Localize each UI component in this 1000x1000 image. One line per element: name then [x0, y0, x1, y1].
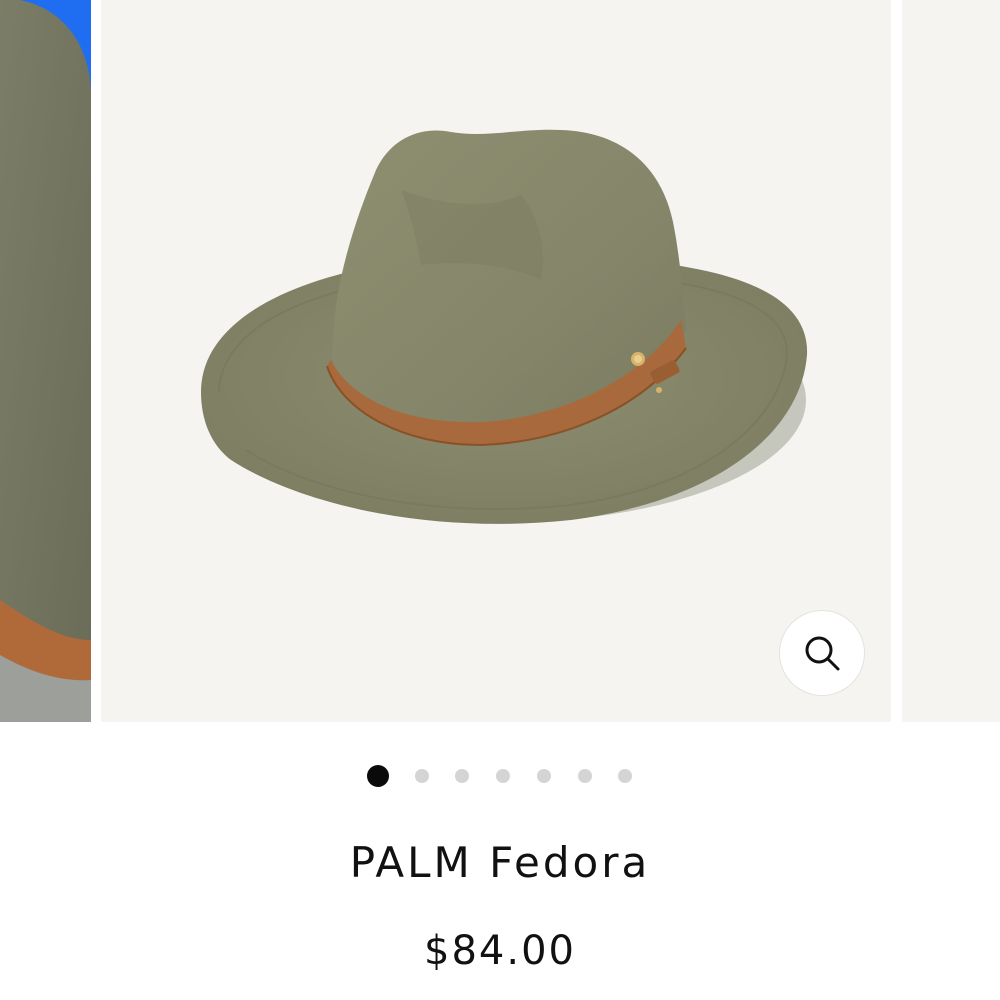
carousel-slide-next[interactable] — [902, 0, 1000, 722]
pagination-dot-1[interactable] — [367, 765, 389, 787]
product-image-carousel[interactable] — [0, 0, 1000, 722]
carousel-slide-current[interactable] — [101, 0, 891, 722]
product-price: $84.00 — [424, 928, 576, 974]
pagination-dot-3[interactable] — [455, 769, 469, 783]
pagination-dot-7[interactable] — [618, 769, 632, 783]
search-icon — [805, 636, 840, 671]
pagination-dot-5[interactable] — [537, 769, 551, 783]
product-title: PALM Fedora — [349, 838, 651, 887]
fedora-hat-image — [201, 129, 808, 524]
zoom-button[interactable] — [780, 611, 864, 695]
pagination-dot-2[interactable] — [415, 769, 429, 783]
pagination-dot-6[interactable] — [578, 769, 592, 783]
product-page: PALM Fedora $84.00 — [0, 0, 1000, 1000]
hat-closeup-image — [0, 0, 91, 722]
carousel-pagination — [0, 764, 1000, 788]
pagination-dot-4[interactable] — [496, 769, 510, 783]
carousel-slide-previous[interactable] — [0, 0, 91, 722]
